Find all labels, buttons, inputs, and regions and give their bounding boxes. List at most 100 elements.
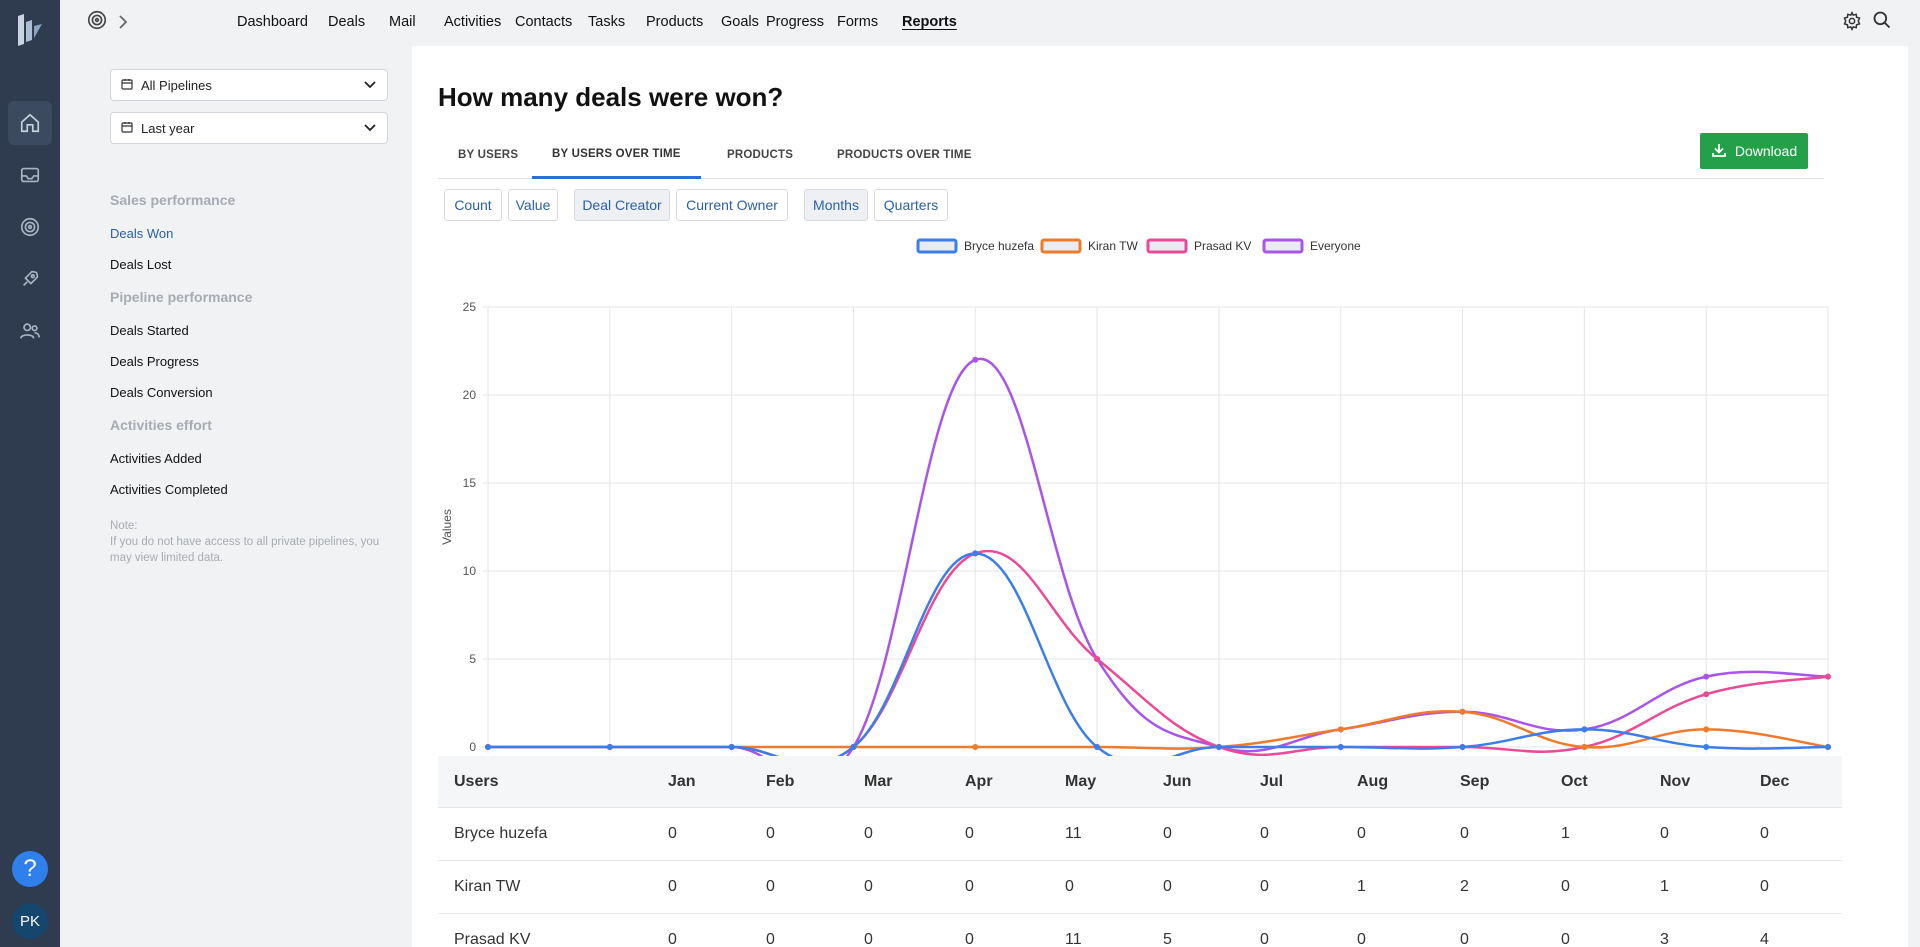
legend-label: Bryce huzefa <box>964 239 1034 253</box>
chevron-down-icon <box>363 79 377 94</box>
avatar-initials: PK <box>19 912 40 930</box>
table-cell: 1 <box>1561 825 1570 842</box>
period-select[interactable]: Last year <box>110 112 388 144</box>
y-tick-label: 0 <box>469 740 476 754</box>
nav-dashboard[interactable]: Dashboard <box>237 14 308 30</box>
table-row: Prasad KV 0 0 0 0 11 5 0 0 0 0 3 4 <box>438 914 1842 947</box>
column-header[interactable]: Jun <box>1163 756 1191 807</box>
sidebar-item-deals-conversion[interactable]: Deals Conversion <box>110 385 213 400</box>
table-cell: 0 <box>864 878 873 895</box>
tab-by-users-over-time[interactable]: BY USERS OVER TIME <box>532 131 701 179</box>
sidebar-item-activities-added[interactable]: Activities Added <box>110 451 202 466</box>
table-row: Kiran TW 0 0 0 0 0 0 0 1 2 0 1 0 <box>438 861 1842 914</box>
data-point <box>1703 744 1710 750</box>
toggle-quarters[interactable]: Quarters <box>874 189 948 221</box>
sidebar-item-deals-progress[interactable]: Deals Progress <box>110 354 199 369</box>
download-label: Download <box>1734 143 1798 159</box>
chevron-right-icon[interactable] <box>116 12 130 37</box>
table-cell: 0 <box>766 878 775 895</box>
nav-goals[interactable]: Goals <box>721 14 759 30</box>
data-point <box>1825 673 1831 680</box>
data-point <box>485 744 491 750</box>
nav-contacts[interactable]: Contacts <box>515 14 572 30</box>
note-title: Note: <box>110 520 138 532</box>
column-header[interactable]: Users <box>454 756 498 807</box>
table-cell: 0 <box>965 825 974 842</box>
column-header[interactable]: Sep <box>1460 756 1489 807</box>
column-header[interactable]: Jan <box>668 756 696 807</box>
home-icon[interactable] <box>8 101 52 145</box>
column-header[interactable]: Feb <box>766 756 794 807</box>
users-icon[interactable] <box>8 309 52 353</box>
table-cell: 11 <box>1065 931 1082 947</box>
row-user-name: Prasad KV <box>454 931 531 947</box>
nav-products[interactable]: Products <box>646 14 703 30</box>
help-button[interactable]: ? <box>12 851 48 887</box>
nav-progress[interactable]: Progress <box>766 14 824 30</box>
column-header[interactable]: Oct <box>1561 756 1588 807</box>
download-icon <box>1711 142 1727 161</box>
tab-products[interactable]: PRODUCTS <box>727 131 793 179</box>
nav-deals[interactable]: Deals <box>328 14 365 30</box>
legend-label: Everyone <box>1310 239 1361 253</box>
report-sidebar: All Pipelines Last year Sales performanc… <box>86 46 412 947</box>
column-header[interactable]: Apr <box>965 756 993 807</box>
column-header[interactable]: Dec <box>1760 756 1789 807</box>
toggle-deal-creator[interactable]: Deal Creator <box>574 189 670 221</box>
table-cell: 0 <box>864 825 873 842</box>
data-point <box>728 744 735 750</box>
data-point <box>1459 708 1466 715</box>
sidebar-item-deals-won[interactable]: Deals Won <box>110 226 173 241</box>
pipeline-select[interactable]: All Pipelines <box>110 69 388 101</box>
table-cell: 11 <box>1065 825 1082 842</box>
section-sales-performance: Sales performance <box>110 192 236 208</box>
app-logo[interactable] <box>12 10 48 50</box>
data-point <box>972 744 979 750</box>
column-header[interactable]: Mar <box>864 756 892 807</box>
nav-activities[interactable]: Activities <box>444 14 501 30</box>
rocket-icon[interactable] <box>8 257 52 301</box>
data-point <box>1581 726 1588 733</box>
column-header[interactable]: May <box>1065 756 1096 807</box>
data-point <box>1581 744 1588 750</box>
data-point <box>1094 744 1101 750</box>
tab-products-over-time[interactable]: PRODUCTS OVER TIME <box>837 131 972 179</box>
target-icon[interactable] <box>8 205 52 249</box>
table-cell: 5 <box>1163 931 1172 947</box>
sidebar-item-activities-completed[interactable]: Activities Completed <box>110 482 228 497</box>
nav-forms[interactable]: Forms <box>837 14 878 30</box>
table-cell: 0 <box>1660 825 1669 842</box>
gear-icon[interactable] <box>1842 10 1862 36</box>
avatar[interactable]: PK <box>12 903 48 939</box>
table-header: Users Jan Feb Mar Apr May Jun Jul Aug Sep Oct Nov De… <box>438 756 1842 808</box>
table-cell: 1 <box>1357 878 1366 895</box>
table-cell: 2 <box>1460 878 1469 895</box>
series-line <box>488 710 1829 750</box>
table-cell: 0 <box>668 931 677 947</box>
toggle-months[interactable]: Months <box>804 189 868 221</box>
table-cell: 0 <box>668 825 677 842</box>
note-text: If you do not have access to all private… <box>110 536 380 564</box>
target-icon[interactable] <box>86 9 108 36</box>
column-header[interactable]: Aug <box>1357 756 1388 807</box>
inbox-icon[interactable] <box>8 153 52 197</box>
column-header[interactable]: Nov <box>1660 756 1690 807</box>
data-point <box>1825 744 1831 750</box>
table-cell: 0 <box>1357 825 1366 842</box>
table-cell: 1 <box>1660 878 1669 895</box>
search-icon[interactable] <box>1872 10 1892 35</box>
download-button[interactable]: Download <box>1700 133 1808 169</box>
column-header[interactable]: Jul <box>1260 756 1283 807</box>
legend-label: Prasad KV <box>1194 239 1251 253</box>
toggle-current-owner[interactable]: Current Owner <box>676 189 788 221</box>
table-cell: 0 <box>965 931 974 947</box>
nav-tasks[interactable]: Tasks <box>588 14 625 30</box>
sidebar-item-deals-started[interactable]: Deals Started <box>110 323 189 338</box>
sidebar-item-deals-lost[interactable]: Deals Lost <box>110 257 171 272</box>
toggle-count[interactable]: Count <box>444 189 502 221</box>
period-select-value: Last year <box>141 120 195 136</box>
nav-reports[interactable]: Reports <box>902 14 957 30</box>
nav-mail[interactable]: Mail <box>389 14 416 30</box>
tab-by-users[interactable]: BY USERS <box>458 131 518 179</box>
toggle-value[interactable]: Value <box>508 189 558 221</box>
